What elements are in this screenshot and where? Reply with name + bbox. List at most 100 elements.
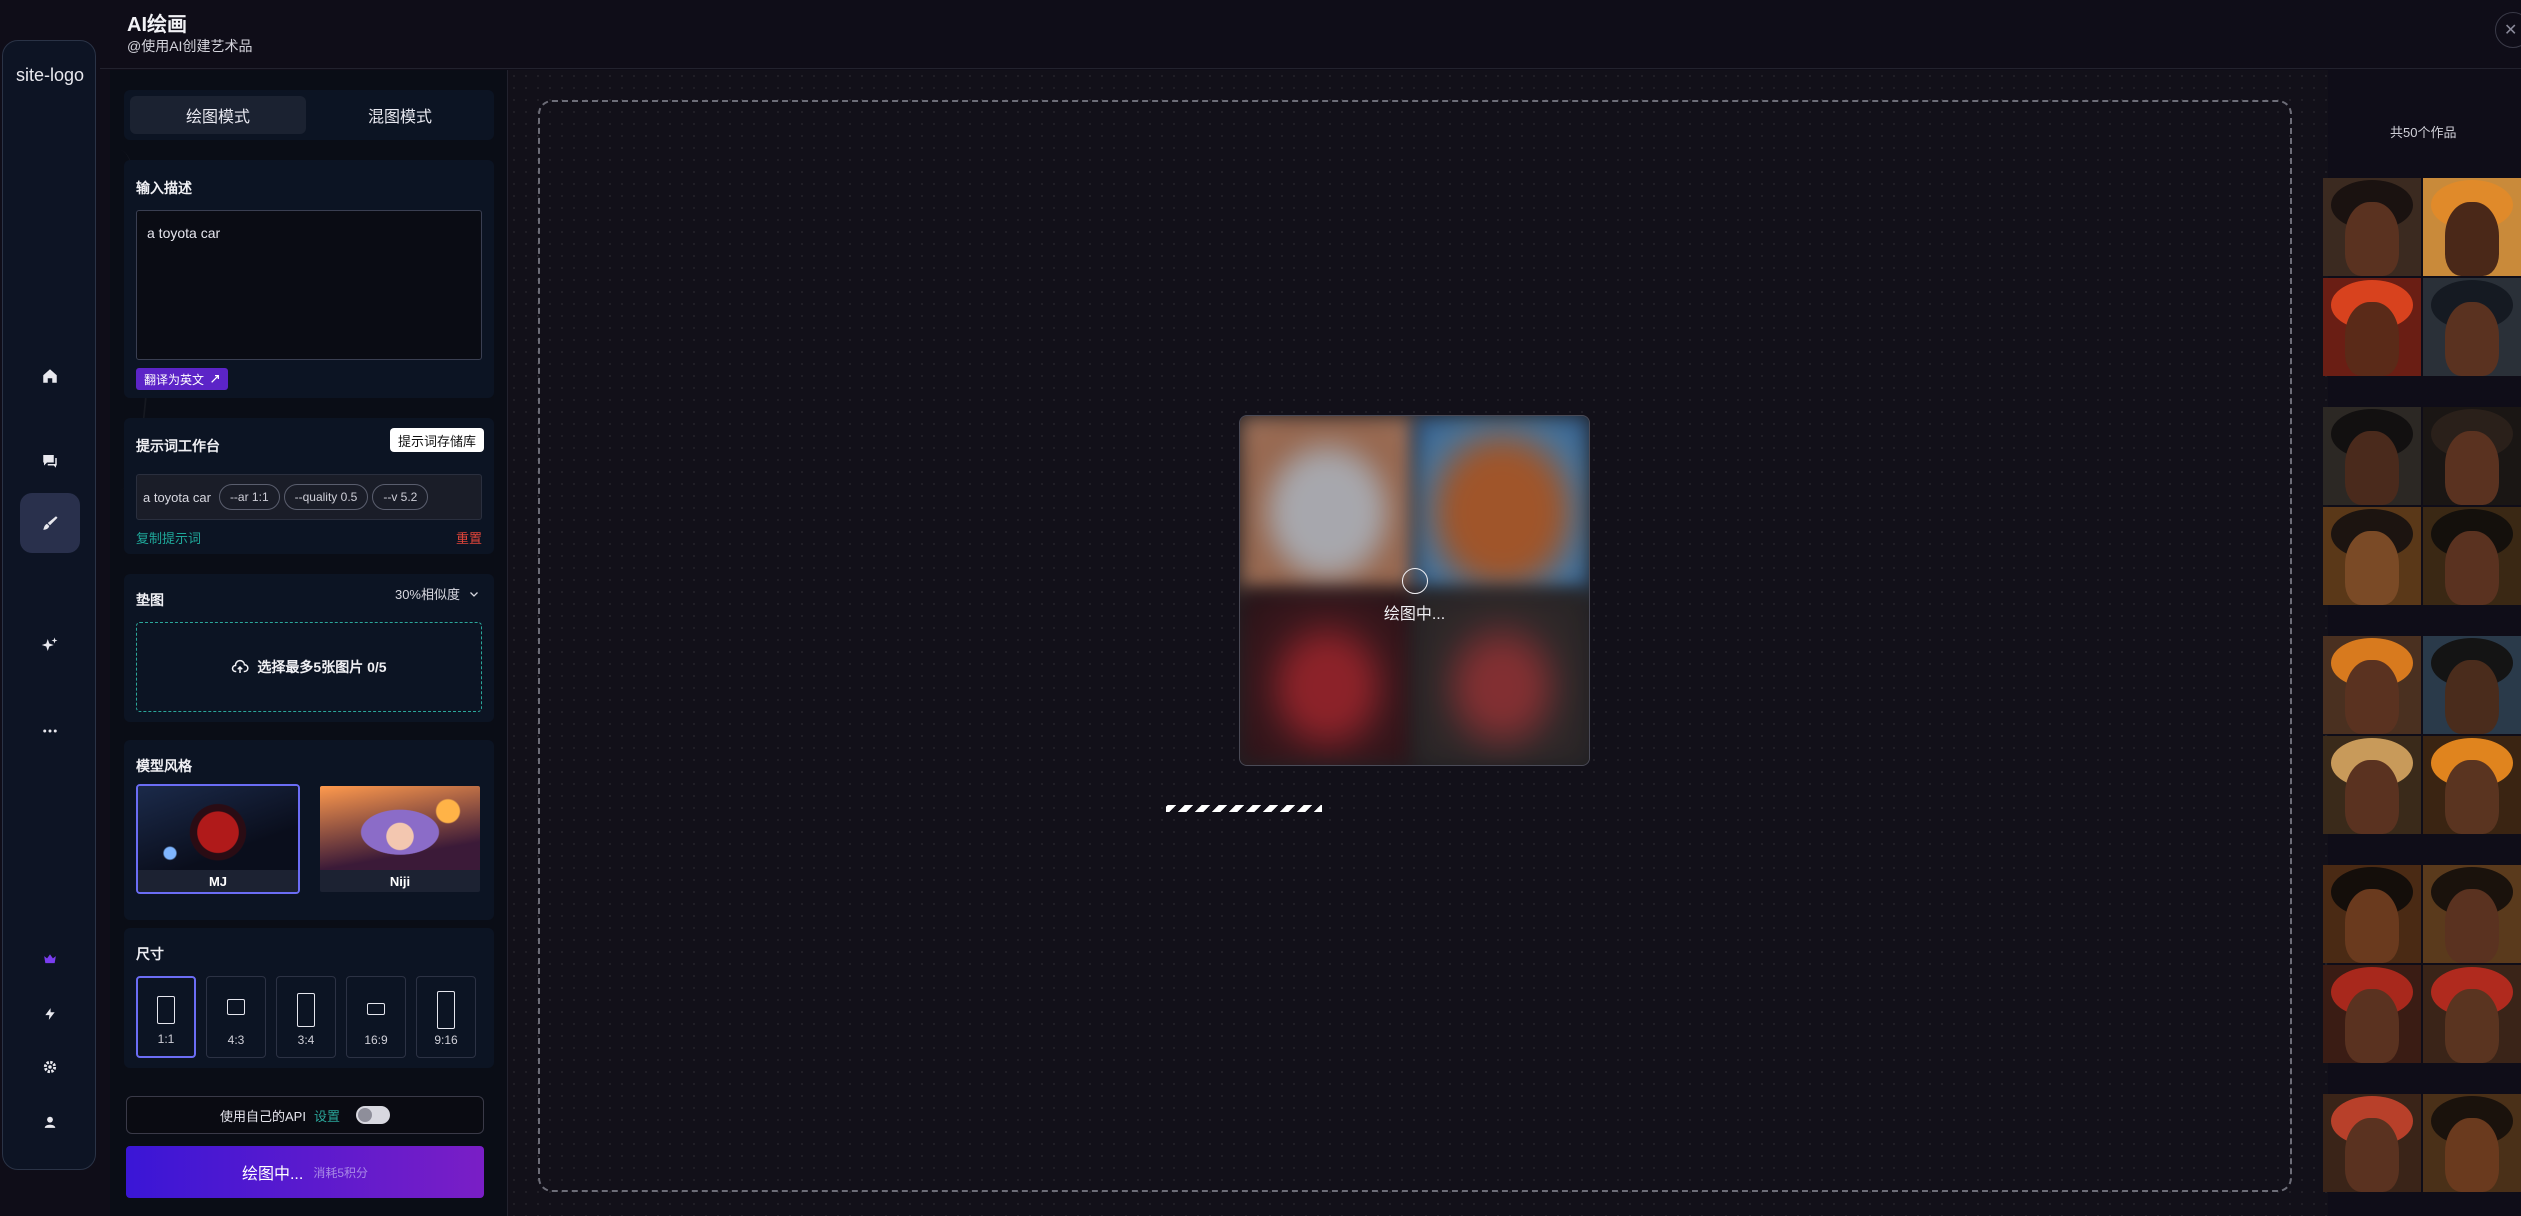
generate-cost: 消耗5积分 <box>313 1165 369 1180</box>
translate-button[interactable]: 翻译为英文 <box>136 368 229 390</box>
ratio-shape <box>437 991 455 1029</box>
own-api-label: 使用自己的API <box>220 1108 306 1124</box>
loading-text: 绘图中... <box>1383 605 1446 623</box>
ratio-shape <box>157 996 175 1024</box>
size-option-label: 1:1 <box>157 1032 175 1046</box>
prompt-library-button[interactable]: 提示词存储库 <box>389 428 484 452</box>
base-image-card: 垫图 30%相似度 选择最多5张图片 0/5 <box>124 574 494 722</box>
size-option-4-3[interactable]: 4:3 <box>206 976 266 1058</box>
gallery-thumbnail[interactable] <box>2323 865 2421 963</box>
generate-button-label: 绘图中... <box>241 1166 304 1183</box>
gallery-thumbnail[interactable] <box>2423 1094 2521 1192</box>
gallery-thumbnail[interactable] <box>2423 736 2521 834</box>
gallery-thumbnail[interactable] <box>2323 407 2421 505</box>
size-option-9-16[interactable]: 9:16 <box>416 976 476 1058</box>
progress-bar <box>1166 805 1322 812</box>
size-label: 尺寸 <box>136 946 164 962</box>
loading-overlay: 绘图中... <box>1240 416 1589 765</box>
gallery-thumbnail[interactable] <box>2423 278 2521 376</box>
copy-prompt-link[interactable]: 复制提示词 <box>136 528 201 547</box>
sidebar-item-chat[interactable] <box>20 431 80 491</box>
prompt-input[interactable]: a toyota car <box>136 210 482 360</box>
cloud-upload-icon <box>232 659 249 673</box>
model-label: Niji <box>320 870 480 892</box>
similarity-select[interactable]: 30%相似度 <box>395 584 480 603</box>
brush-icon <box>43 516 58 530</box>
mode-tabs: 绘图模式 混图模式 <box>124 90 494 140</box>
own-api-row: 使用自己的API 设置 <box>126 1096 484 1134</box>
prompt-card: 输入描述 a toyota car 翻译为英文 <box>124 160 494 398</box>
sidebar-item-magic[interactable] <box>20 615 80 675</box>
close-button[interactable]: ✕ <box>2495 12 2521 48</box>
close-icon: ✕ <box>2504 22 2518 39</box>
generate-button[interactable]: 绘图中... 消耗5积分 <box>126 1146 484 1198</box>
generation-preview: 绘图中... <box>1239 415 1590 766</box>
size-option-label: 16:9 <box>364 1033 388 1047</box>
gallery-thumbnail[interactable] <box>2423 507 2521 605</box>
param-chip[interactable]: --quality 0.5 <box>283 484 369 510</box>
gallery-thumbnail[interactable] <box>2323 1094 2421 1192</box>
page-title: AI绘画 <box>127 14 187 36</box>
sidebar-item-bolt[interactable] <box>20 984 80 1044</box>
ratio-shape <box>227 999 245 1015</box>
workbench-prompt-box[interactable]: a toyota car --ar 1:1 --quality 0.5 --v … <box>136 474 482 520</box>
user-icon <box>44 1116 56 1128</box>
tab-draw-mode[interactable]: 绘图模式 <box>130 96 306 134</box>
model-label: MJ <box>138 870 298 892</box>
size-option-label: 9:16 <box>434 1033 458 1047</box>
similarity-value: 30%相似度 <box>394 587 460 602</box>
gallery-thumbnail[interactable] <box>2323 278 2421 376</box>
chat-icon <box>43 455 57 468</box>
model-style-label: 模型风格 <box>136 758 192 774</box>
sidebar-item-user[interactable] <box>20 1092 80 1152</box>
api-settings-link[interactable]: 设置 <box>314 1106 340 1125</box>
gallery-count: 共50个作品 <box>2390 125 2457 140</box>
workbench-prompt-text: a toyota car <box>143 489 211 505</box>
loading-spinner-icon <box>1401 567 1428 594</box>
translate-icon <box>211 375 219 383</box>
gear-icon <box>43 1060 57 1074</box>
size-option-16-9[interactable]: 16:9 <box>346 976 406 1058</box>
page-subtitle: @使用AI创建艺术品 <box>127 38 253 54</box>
bolt-icon <box>45 1008 55 1020</box>
site-logo[interactable]: site-logo <box>3 63 97 87</box>
size-option-3-4[interactable]: 3:4 <box>276 976 336 1058</box>
base-image-label: 垫图 <box>136 592 164 608</box>
reset-link[interactable]: 重置 <box>456 528 482 547</box>
ratio-shape <box>367 1003 385 1015</box>
tab-blend-mode[interactable]: 混图模式 <box>312 96 488 134</box>
gallery-thumbnail[interactable] <box>2323 178 2421 276</box>
translate-label: 翻译为英文 <box>144 372 205 387</box>
model-style-card: 模型风格 MJ Niji <box>124 740 494 920</box>
gallery-thumbnail[interactable] <box>2323 507 2421 605</box>
gallery-thumbnail[interactable] <box>2323 636 2421 734</box>
sparkle-icon <box>41 637 58 651</box>
gallery-thumbnail[interactable] <box>2323 736 2421 834</box>
sidebar-item-draw[interactable] <box>20 493 80 553</box>
sidebar-item-home[interactable] <box>20 346 80 406</box>
chevron-down-icon <box>470 591 478 597</box>
param-chip[interactable]: --v 5.2 <box>372 484 429 510</box>
own-api-toggle[interactable] <box>355 1106 390 1124</box>
gallery-thumbnail[interactable] <box>2423 407 2521 505</box>
gallery-thumbnail[interactable] <box>2423 636 2521 734</box>
sidebar-item-settings[interactable] <box>20 1037 80 1097</box>
size-option-1-1[interactable]: 1:1 <box>136 976 196 1058</box>
sidebar-item-more[interactable] <box>20 701 80 761</box>
sidebar-item-crown[interactable] <box>20 929 80 989</box>
model-option-mj[interactable]: MJ <box>136 784 300 894</box>
gallery-thumbnail[interactable] <box>2423 965 2521 1063</box>
settings-panel: 绘图模式 混图模式 输入描述 a toyota car 翻译为英文 提示词工作台… <box>110 70 508 1216</box>
ratio-shape <box>297 993 315 1027</box>
prompt-label: 输入描述 <box>136 180 192 196</box>
param-chip[interactable]: --ar 1:1 <box>218 484 280 510</box>
size-card: 尺寸 1:1 4:3 3:4 16:9 9:16 <box>124 928 494 1068</box>
header-divider <box>100 68 2521 69</box>
gallery-thumbnail[interactable] <box>2423 178 2521 276</box>
upload-dropzone[interactable]: 选择最多5张图片 0/5 <box>136 622 482 712</box>
size-option-label: 3:4 <box>297 1033 315 1047</box>
gallery-thumbnail[interactable] <box>2323 965 2421 1063</box>
upload-text: 选择最多5张图片 0/5 <box>257 659 387 675</box>
gallery-thumbnail[interactable] <box>2423 865 2521 963</box>
model-option-niji[interactable]: Niji <box>318 784 482 894</box>
